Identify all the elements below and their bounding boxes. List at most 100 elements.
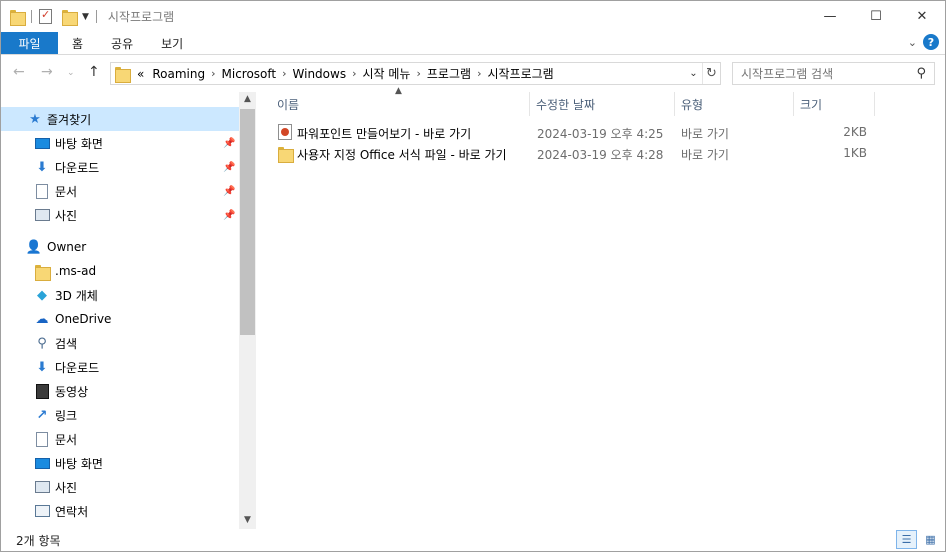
nav-item-contacts[interactable]: 연락처: [1, 499, 239, 523]
nav-item-desktop-user[interactable]: 바탕 화면: [1, 451, 239, 475]
tab-view[interactable]: 보기: [147, 32, 197, 54]
search-input[interactable]: [741, 66, 911, 81]
breadcrumb-programs[interactable]: 프로그램: [427, 65, 471, 82]
divider: [95, 10, 97, 23]
nav-item-owner[interactable]: 👤 Owner: [1, 235, 239, 259]
nav-item-downloads[interactable]: ⬇ 다운로드 📌: [1, 155, 239, 179]
search-box[interactable]: ⚲: [732, 62, 935, 85]
recent-locations-chevron-icon[interactable]: ⌄: [67, 68, 75, 78]
nav-item-onedrive[interactable]: ☁ OneDrive: [1, 307, 239, 331]
nav-item-label: .ms-ad: [55, 264, 97, 278]
download-icon: ⬇: [36, 359, 48, 375]
file-size: 2KB: [843, 125, 867, 139]
nav-item-quick-access[interactable]: ★ 즐겨찾기: [1, 107, 239, 131]
nav-item-desktop[interactable]: 바탕 화면 📌: [1, 131, 239, 155]
pin-icon[interactable]: 📌: [223, 186, 235, 197]
nav-item-pictures-user[interactable]: 사진: [1, 475, 239, 499]
star-icon: ★: [29, 111, 41, 127]
column-type[interactable]: 유형: [675, 92, 794, 116]
breadcrumb-windows[interactable]: Windows: [293, 67, 347, 81]
customize-toolbar-dropdown-icon[interactable]: ▼: [82, 12, 89, 22]
breadcrumb-separator-icon[interactable]: ›: [211, 67, 215, 80]
breadcrumb-overflow[interactable]: «: [137, 67, 144, 81]
pin-icon[interactable]: 📌: [223, 162, 235, 173]
folder-icon: [10, 9, 26, 26]
pictures-icon: [34, 479, 50, 495]
nav-item-pictures[interactable]: 사진 📌: [1, 203, 239, 227]
nav-scrollbar[interactable]: ▲ ▼: [239, 92, 256, 529]
nav-item-downloads-user[interactable]: ⬇ 다운로드: [1, 355, 239, 379]
search-icon[interactable]: ⚲: [916, 66, 926, 81]
tab-file[interactable]: 파일: [1, 32, 58, 54]
breadcrumb-startup[interactable]: 시작프로그램: [487, 65, 553, 82]
ribbon-tabs: 파일 홈 공유 보기 ⌄ ?: [1, 32, 945, 55]
expand-ribbon-chevron-icon[interactable]: ⌄: [908, 36, 917, 49]
minimize-button[interactable]: —: [807, 1, 853, 32]
status-bar: 2개 항목 ☰ ▦: [1, 529, 945, 551]
nav-item-label: 문서: [55, 432, 78, 447]
nav-item-links[interactable]: ↗ 링크: [1, 403, 239, 427]
large-icons-view-button[interactable]: ▦: [920, 530, 941, 549]
properties-icon[interactable]: [39, 8, 52, 24]
file-type: 바로 가기: [681, 127, 729, 141]
tab-home[interactable]: 홈: [58, 32, 97, 54]
breadcrumb-start-menu[interactable]: 시작 메뉴: [363, 65, 411, 82]
cloud-icon: ☁: [35, 311, 49, 327]
maximize-button[interactable]: ☐: [853, 1, 899, 32]
scroll-up-icon[interactable]: ▲: [239, 94, 256, 104]
search-icon: ⚲: [37, 335, 47, 351]
file-size: 1KB: [843, 146, 867, 160]
file-row[interactable]: 사용자 지정 Office 서식 파일 - 바로 가기 2024-03-19 오…: [274, 143, 874, 164]
column-headers: ▲ 이름 수정한 날짜 유형 크기: [257, 86, 875, 116]
column-name[interactable]: 이름: [271, 92, 530, 116]
refresh-icon[interactable]: ↻: [702, 63, 720, 84]
details-view-button[interactable]: ☰: [896, 530, 917, 549]
nav-item-3d-objects[interactable]: ◆ 3D 개체: [1, 283, 239, 307]
back-arrow-icon[interactable]: ←: [13, 64, 25, 80]
user-icon: 👤: [25, 239, 43, 255]
breadcrumb-separator-icon[interactable]: ›: [477, 67, 481, 80]
close-button[interactable]: ✕: [899, 1, 945, 32]
help-icon[interactable]: ?: [923, 34, 939, 50]
nav-item-label: 사진: [55, 480, 78, 495]
breadcrumb-microsoft[interactable]: Microsoft: [222, 67, 277, 81]
folder-icon: [34, 263, 51, 281]
address-bar[interactable]: « Roaming › Microsoft › Windows › 시작 메뉴 …: [110, 62, 721, 85]
breadcrumb-separator-icon[interactable]: ›: [282, 67, 286, 80]
document-icon: [34, 431, 50, 447]
content-scrollbar[interactable]: [937, 89, 945, 529]
breadcrumb-roaming[interactable]: Roaming: [152, 67, 205, 81]
nav-item-documents-user[interactable]: 문서: [1, 427, 239, 451]
tab-share[interactable]: 공유: [97, 32, 147, 54]
file-name: 사용자 지정 Office 서식 파일 - 바로 가기: [297, 148, 507, 162]
details-view-icon: ☰: [901, 533, 912, 546]
breadcrumb-separator-icon[interactable]: ›: [352, 67, 356, 80]
download-icon: ⬇: [36, 159, 48, 175]
nav-scrollbar-thumb[interactable]: [240, 109, 255, 335]
nav-item-videos[interactable]: 동영상: [1, 379, 239, 403]
nav-item-documents[interactable]: 문서 📌: [1, 179, 239, 203]
link-icon: ↗: [36, 407, 48, 423]
pin-icon[interactable]: 📌: [223, 138, 235, 149]
folder-icon: [115, 66, 131, 83]
nav-item-ms-ad[interactable]: .ms-ad: [1, 259, 239, 283]
nav-item-label: 즐겨찾기: [47, 112, 92, 127]
scroll-down-icon[interactable]: ▼: [239, 515, 256, 525]
nav-item-searches[interactable]: ⚲ 검색: [1, 331, 239, 355]
address-history-dropdown-icon[interactable]: ⌄: [685, 68, 702, 79]
navigation-pane: ★ 즐겨찾기 바탕 화면 📌 ⬇ 다운로드 📌 문서 📌 사진 📌 👤 Owne…: [1, 92, 256, 529]
pin-icon[interactable]: 📌: [223, 210, 235, 221]
forward-arrow-icon[interactable]: →: [41, 64, 53, 80]
file-row[interactable]: 파워포인트 만들어보기 - 바로 가기 2024-03-19 오후 4:25 바…: [274, 122, 874, 143]
3d-objects-icon: ◆: [37, 287, 47, 303]
file-name: 파워포인트 만들어보기 - 바로 가기: [297, 127, 472, 141]
quick-access-toolbar: ▼: [1, 8, 100, 26]
file-date: 2024-03-19 오후 4:28: [537, 148, 664, 162]
new-folder-icon[interactable]: [62, 9, 78, 26]
window-title: 시작프로그램: [107, 10, 175, 24]
column-date-modified[interactable]: 수정한 날짜: [530, 92, 675, 116]
column-size[interactable]: 크기: [794, 92, 875, 116]
up-arrow-icon[interactable]: ↑: [88, 64, 100, 80]
breadcrumb-separator-icon[interactable]: ›: [416, 67, 420, 80]
desktop-icon: [34, 135, 50, 151]
